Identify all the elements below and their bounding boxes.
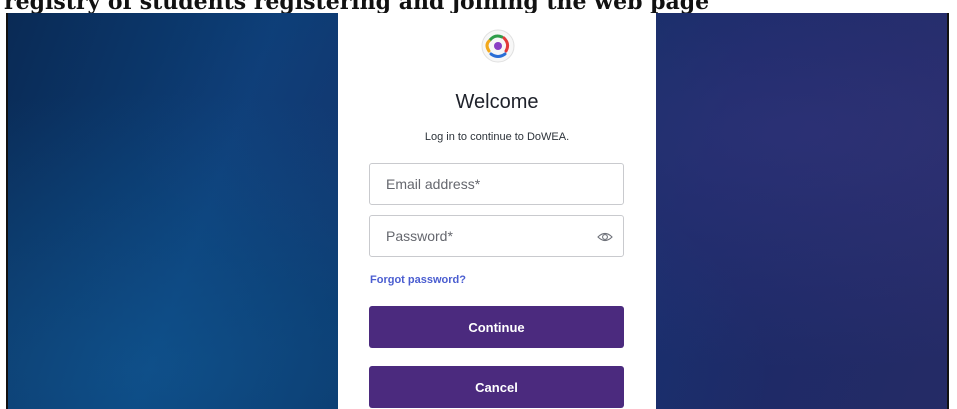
page-subtitle: Log in to continue to DoWEA. xyxy=(424,131,570,143)
forgot-password-link[interactable]: Forgot password? xyxy=(370,274,466,286)
continue-button[interactable]: Continue xyxy=(369,306,624,348)
eye-icon[interactable] xyxy=(597,229,613,245)
login-card: Welcome Log in to continue to DoWEA. For… xyxy=(338,13,656,409)
email-field-container xyxy=(369,163,624,205)
page-title: Welcome xyxy=(455,91,539,113)
password-field-container xyxy=(369,215,624,257)
password-field[interactable] xyxy=(370,216,623,256)
app-logo-icon xyxy=(481,29,515,63)
login-page: Welcome Log in to continue to DoWEA. For… xyxy=(6,13,949,409)
email-field[interactable] xyxy=(370,164,623,204)
cancel-button[interactable]: Cancel xyxy=(369,366,624,408)
